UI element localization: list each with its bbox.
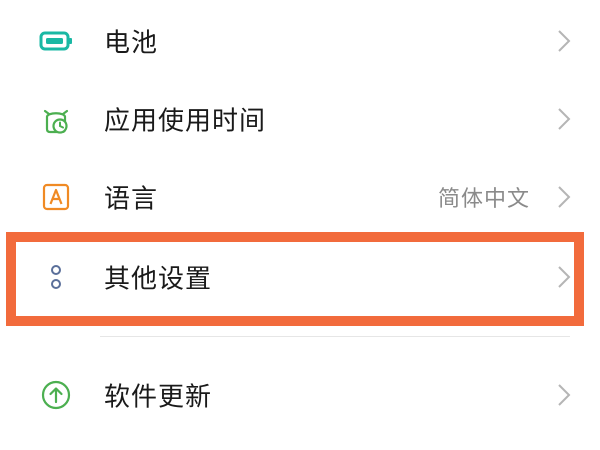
settings-item-software-update[interactable]: 软件更新	[0, 356, 600, 434]
settings-item-battery[interactable]: 电池	[0, 2, 600, 80]
app-usage-time-icon	[38, 101, 74, 137]
chevron-right-icon	[558, 108, 571, 130]
chevron-right-icon	[558, 30, 571, 52]
divider	[100, 336, 570, 337]
settings-item-app-usage-time[interactable]: 应用使用时间	[0, 80, 600, 158]
settings-item-label: 语言	[104, 184, 159, 215]
chevron-right-icon	[558, 186, 571, 208]
highlight-box	[6, 232, 584, 326]
settings-item-label: 应用使用时间	[104, 106, 267, 137]
settings-item-label: 电池	[104, 28, 159, 59]
battery-icon	[38, 23, 74, 59]
settings-item-label: 软件更新	[104, 382, 213, 413]
language-current-value: 简体中文	[437, 187, 530, 212]
chevron-right-icon	[558, 384, 571, 406]
software-update-icon	[38, 377, 74, 413]
language-icon	[38, 179, 74, 215]
settings-item-language[interactable]: 语言 简体中文	[0, 158, 600, 236]
